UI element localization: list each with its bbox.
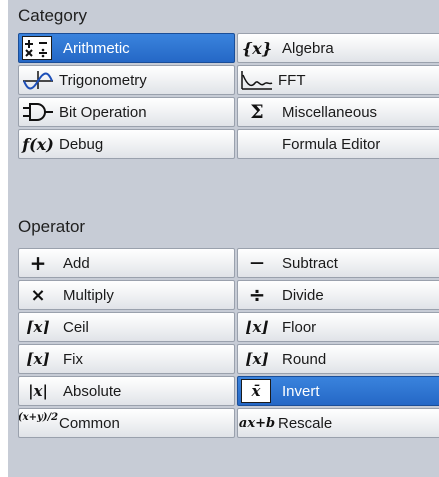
- operator-divide-button[interactable]: ÷ Divide: [237, 280, 439, 310]
- operator-rescale-label: Rescale: [278, 414, 333, 432]
- operator-grid: + Add — Subtract × Multiply ÷ Divide ⌈x⌉…: [18, 248, 439, 438]
- round-icon: [x]: [245, 350, 269, 368]
- fft-icon: [240, 67, 274, 93]
- category-trigonometry-label: Trigonometry: [59, 71, 147, 89]
- category-arithmetic-button[interactable]: Arithmetic: [18, 33, 235, 63]
- arithmetic-icon: [22, 36, 52, 60]
- minus-icon: —: [250, 255, 264, 271]
- operator-invert-button[interactable]: x̄ Invert: [237, 376, 439, 406]
- operator-common-button[interactable]: (x+y)/2 Common: [18, 408, 235, 438]
- operator-multiply-button[interactable]: × Multiply: [18, 280, 235, 310]
- category-formula-editor-label: Formula Editor: [282, 135, 381, 153]
- ceil-icon: ⌈x⌉: [26, 318, 50, 336]
- category-algebra-button[interactable]: {x} Algebra: [237, 33, 439, 63]
- common-icon: (x+y)/2: [18, 412, 59, 423]
- formula-editor-blank-icon: [240, 131, 274, 157]
- operator-round-label: Round: [282, 350, 327, 368]
- operator-multiply-label: Multiply: [63, 286, 114, 304]
- operator-add-label: Add: [63, 254, 90, 272]
- operator-common-label: Common: [59, 414, 120, 432]
- operator-round-button[interactable]: [x] Round: [237, 344, 439, 374]
- fix-icon: [x]: [26, 350, 50, 368]
- operator-ceil-button[interactable]: ⌈x⌉ Ceil: [18, 312, 235, 342]
- operator-absolute-label: Absolute: [63, 382, 122, 400]
- multiply-icon: ×: [30, 284, 46, 306]
- operator-fix-label: Fix: [63, 350, 83, 368]
- operator-add-button[interactable]: + Add: [18, 248, 235, 278]
- category-title: Category: [18, 6, 87, 25]
- category-trigonometry-button[interactable]: Trigonometry: [18, 65, 235, 95]
- category-fft-button[interactable]: FFT: [237, 65, 439, 95]
- rescale-icon: ax+b: [238, 415, 276, 431]
- category-debug-label: Debug: [59, 135, 104, 153]
- floor-icon: ⌊x⌋: [245, 318, 269, 336]
- operator-rescale-button[interactable]: ax+b Rescale: [237, 408, 439, 438]
- divide-icon: ÷: [248, 283, 266, 307]
- logic-gate-icon: [21, 99, 55, 125]
- operator-floor-button[interactable]: ⌊x⌋ Floor: [237, 312, 439, 342]
- category-bit-operation-label: Bit Operation: [59, 103, 147, 121]
- operator-absolute-button[interactable]: |x| Absolute: [18, 376, 235, 406]
- operator-title: Operator: [18, 217, 86, 236]
- operator-divide-label: Divide: [282, 286, 324, 304]
- operator-subtract-label: Subtract: [282, 254, 338, 272]
- plus-icon: +: [29, 251, 47, 275]
- function-panel: Category Arithmetic {x} Algebra Trigonom…: [8, 0, 439, 477]
- operator-invert-label: Invert: [282, 382, 320, 400]
- operator-subtract-button[interactable]: — Subtract: [237, 248, 439, 278]
- category-algebra-label: Algebra: [282, 39, 334, 57]
- category-miscellaneous-button[interactable]: Σ Miscellaneous: [237, 97, 439, 127]
- category-fft-label: FFT: [278, 71, 306, 89]
- sine-wave-icon: [21, 67, 55, 93]
- absolute-icon: |x|: [28, 382, 48, 400]
- category-bit-operation-button[interactable]: Bit Operation: [18, 97, 235, 127]
- category-debug-button[interactable]: f(x) Debug: [18, 129, 235, 159]
- operator-fix-button[interactable]: [x] Fix: [18, 344, 235, 374]
- category-grid: Arithmetic {x} Algebra Trigonometry FFT …: [18, 33, 439, 159]
- category-formula-editor-button[interactable]: Formula Editor: [237, 129, 439, 159]
- algebra-icon: {x}: [241, 38, 273, 58]
- operator-ceil-label: Ceil: [63, 318, 89, 336]
- sigma-icon: Σ: [250, 101, 264, 123]
- operator-floor-label: Floor: [282, 318, 317, 336]
- invert-icon: x̄: [241, 379, 271, 403]
- category-miscellaneous-label: Miscellaneous: [282, 103, 378, 121]
- category-arithmetic-label: Arithmetic: [63, 39, 130, 57]
- function-icon: f(x): [22, 134, 54, 154]
